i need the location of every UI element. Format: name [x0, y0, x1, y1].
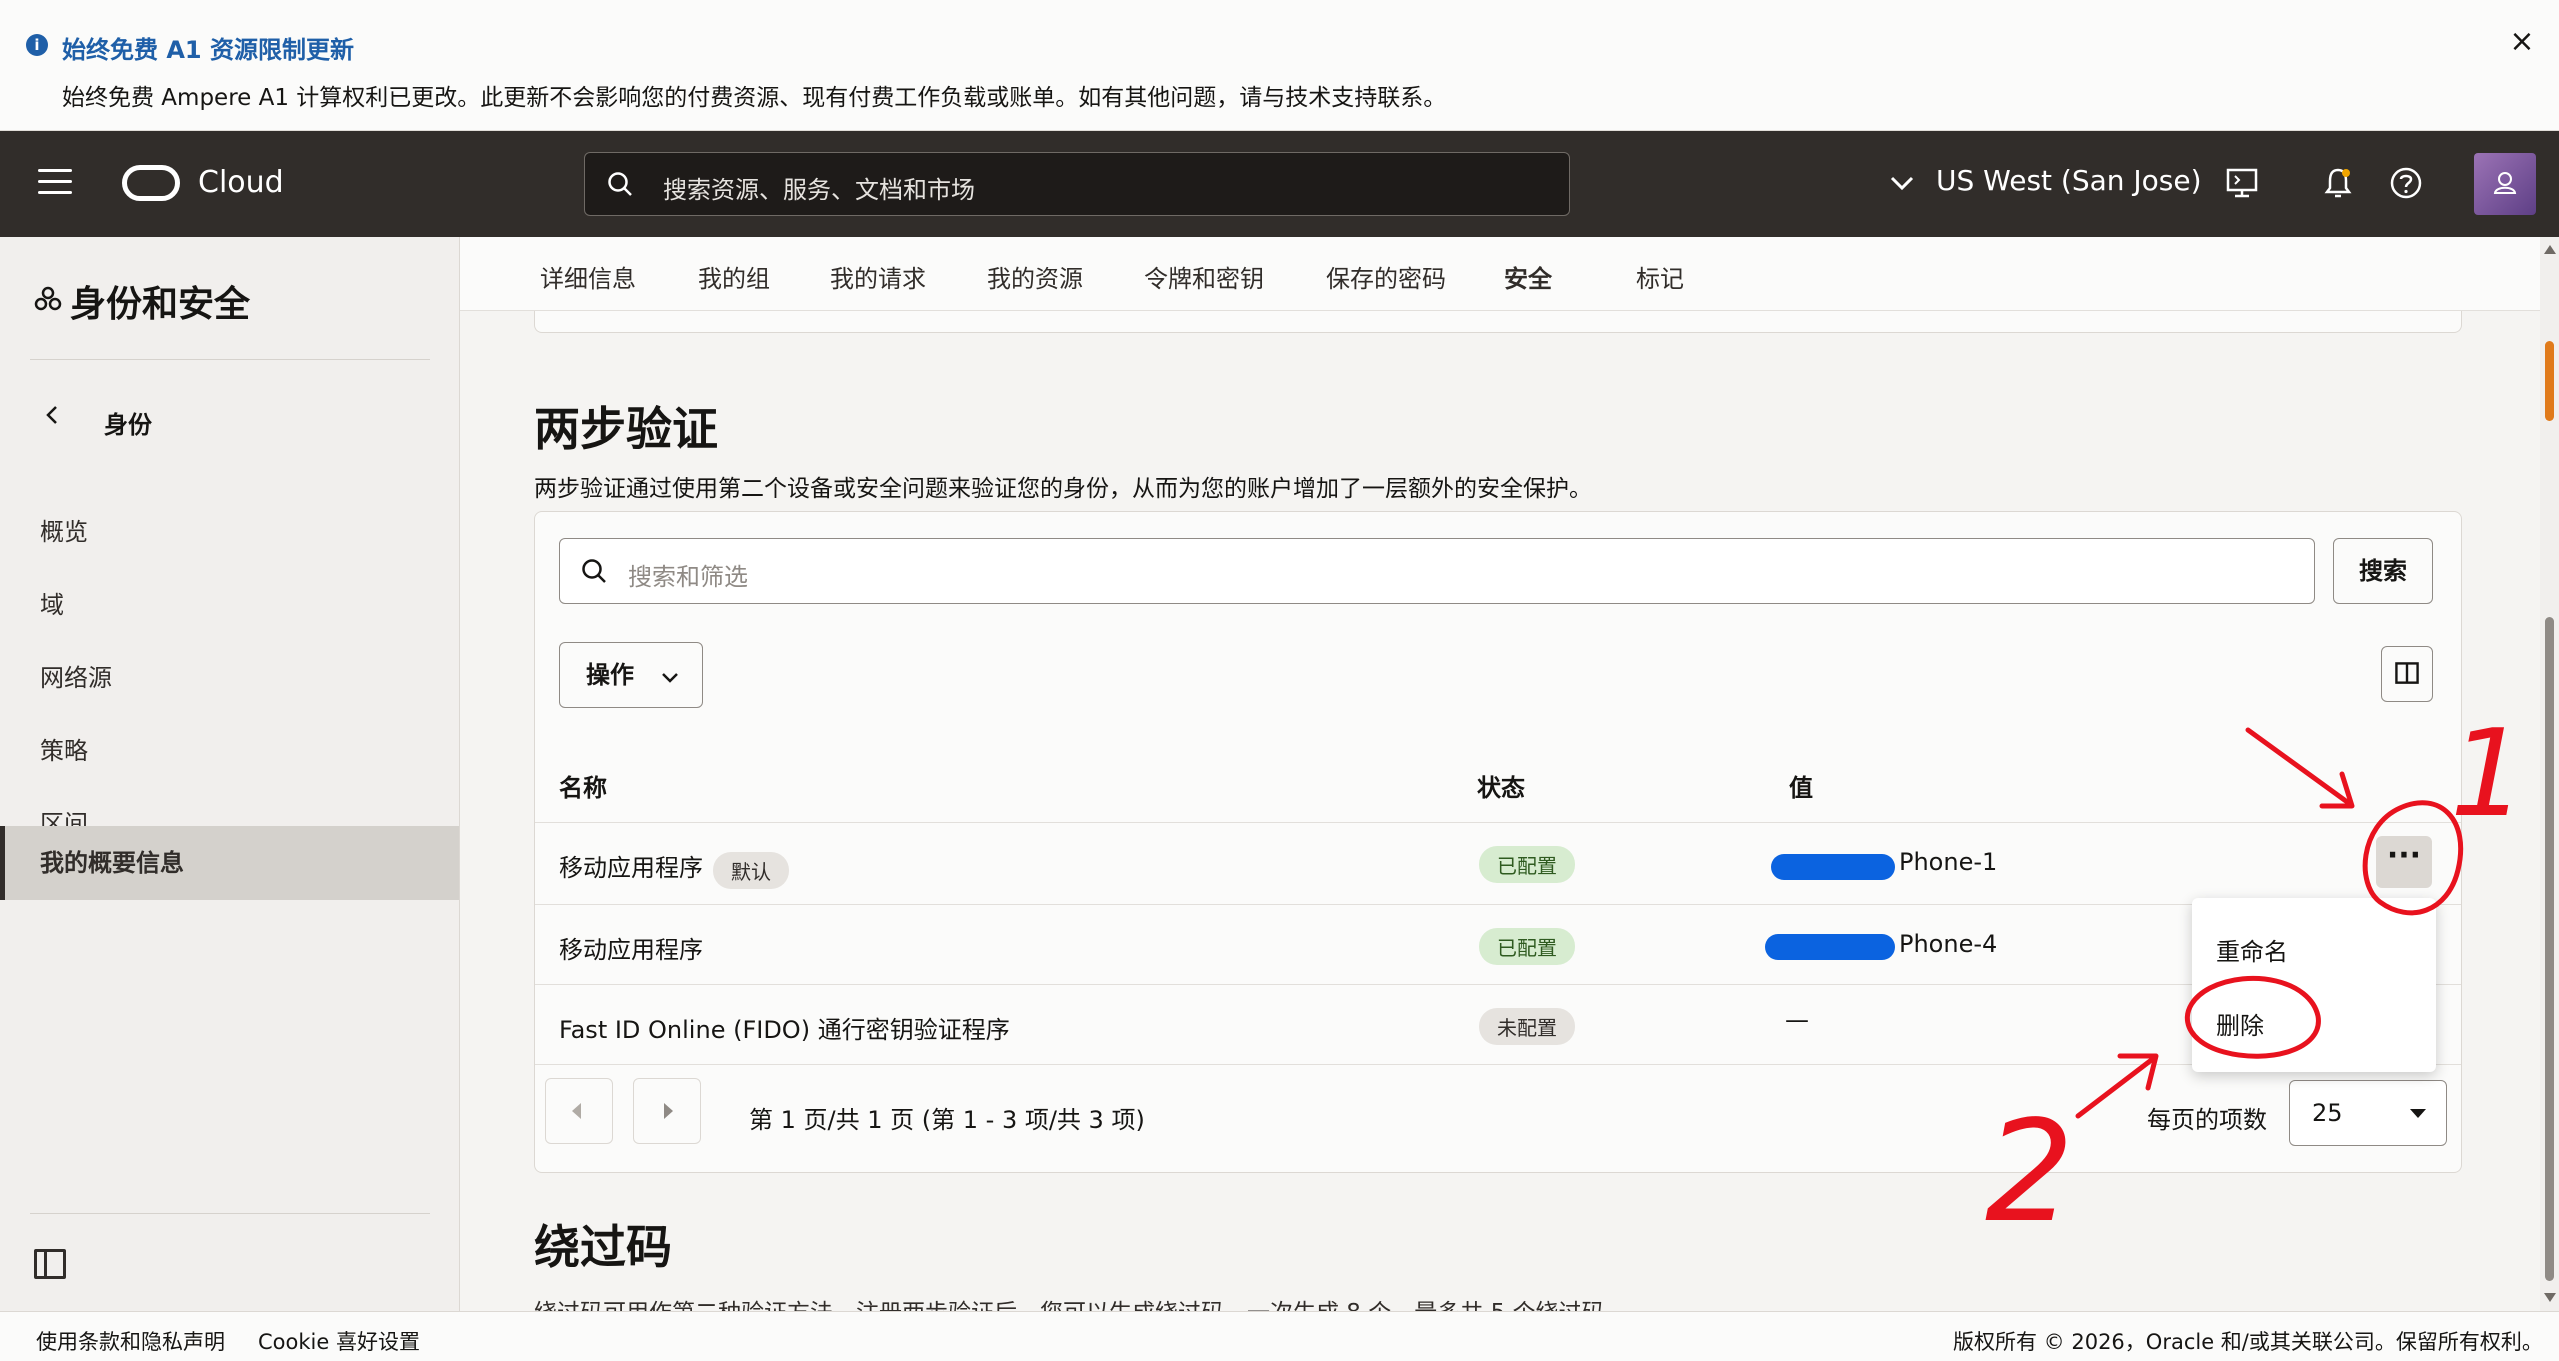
section-description: 两步验证通过使用第二个设备或安全问题来验证您的身份，从而为您的账户增加了一层额外…: [534, 476, 1592, 502]
column-header-name[interactable]: 名称: [559, 768, 607, 803]
filter-placeholder: 搜索和筛选: [628, 563, 748, 591]
page-scrollbar[interactable]: [2540, 237, 2559, 1311]
tab-saved-passwords[interactable]: 保存的密码: [1326, 259, 1446, 312]
bypass-codes-title: 绕过码: [534, 1220, 672, 1274]
cloud-shell-icon[interactable]: [2222, 163, 2262, 203]
previous-page-button[interactable]: [545, 1078, 613, 1144]
sidebar-title: 身份和安全: [70, 284, 251, 325]
menu-icon[interactable]: [38, 169, 72, 197]
per-page-label: 每页的项数: [2147, 1106, 2267, 1134]
page-footer: 使用条款和隐私声明 Cookie 喜好设置 版权所有 © 2026，Oracle…: [0, 1311, 2559, 1361]
status-badge: 已配置: [1479, 928, 1575, 965]
column-header-status[interactable]: 状态: [1477, 768, 1525, 803]
status-badge: 已配置: [1479, 846, 1575, 883]
copyright-text: 版权所有 © 2026，Oracle 和/或其关联公司。保留所有权利。: [1953, 1330, 2543, 1354]
scroll-thumb-upper[interactable]: [2545, 341, 2554, 421]
chevron-left-icon[interactable]: [40, 401, 64, 429]
tab-tokens-keys[interactable]: 令牌和密钥: [1144, 259, 1264, 312]
row-name: 移动应用程序: [559, 936, 703, 964]
column-settings-button[interactable]: [2381, 646, 2433, 702]
redaction-mark: [1771, 854, 1895, 880]
caret-right-icon: [664, 1103, 673, 1119]
search-icon: [608, 172, 632, 196]
tab-my-groups[interactable]: 我的组: [698, 259, 770, 312]
main-content: 两步验证 两步验证通过使用第二个设备或安全问题来验证您的身份，从而为您的账户增加…: [460, 311, 2540, 1311]
row-value: —: [1785, 1006, 1809, 1034]
row-actions-menu-button[interactable]: ···: [2376, 836, 2432, 888]
sidebar: 身份和安全 身份 概览 域 网络源 策略 区间 我的概要信息: [0, 237, 460, 1311]
menu-item-rename[interactable]: 重命名: [2216, 932, 2288, 967]
chevron-down-icon: [662, 673, 678, 683]
search-placeholder: 搜索资源、服务、文档和市场: [663, 176, 975, 204]
default-badge: 默认: [713, 852, 789, 889]
sidebar-back-identity[interactable]: 身份: [104, 405, 152, 440]
tab-tags[interactable]: 标记: [1636, 259, 1684, 312]
announcement-banner: i 始终免费 A1 资源限制更新 始终免费 Ampere A1 计算权利已更改。…: [0, 0, 2559, 131]
tab-details[interactable]: 详细信息: [540, 259, 636, 312]
section-title: 两步验证: [534, 402, 718, 456]
per-page-select[interactable]: 25: [2289, 1080, 2447, 1146]
search-filter-input[interactable]: 搜索和筛选: [559, 538, 2315, 604]
oracle-logo[interactable]: [122, 165, 180, 201]
row-value: Phone-4: [1899, 930, 1998, 958]
divider: [535, 904, 2461, 905]
tab-my-resources[interactable]: 我的资源: [987, 259, 1083, 312]
actions-label: 操作: [586, 661, 634, 689]
sidebar-item-policies[interactable]: 策略: [0, 715, 459, 787]
chevron-down-icon[interactable]: [1884, 165, 1920, 201]
divider: [30, 1213, 430, 1214]
top-navigation: Cloud 搜索资源、服务、文档和市场 US West (San Jose): [0, 131, 2559, 237]
menu-item-delete[interactable]: 删除: [2216, 1006, 2264, 1041]
scroll-up-icon[interactable]: [2544, 245, 2556, 254]
row-value: Phone-1: [1899, 848, 1998, 876]
user-icon: [2493, 172, 2517, 194]
divider: [30, 359, 430, 360]
row-actions-menu: 重命名 删除: [2192, 898, 2436, 1072]
caret-left-icon: [572, 1103, 581, 1119]
global-search-input[interactable]: 搜索资源、服务、文档和市场: [584, 152, 1570, 216]
scroll-down-icon[interactable]: [2544, 1293, 2556, 1302]
scroll-thumb[interactable]: [2545, 617, 2554, 1281]
info-icon: i: [26, 34, 48, 56]
row-name: 移动应用程序: [559, 854, 703, 882]
help-icon[interactable]: [2386, 163, 2426, 203]
identity-security-icon: [34, 286, 62, 311]
search-icon: [582, 559, 606, 583]
divider: [535, 984, 2461, 985]
tab-security[interactable]: 安全: [1504, 259, 1552, 317]
status-badge: 未配置: [1479, 1008, 1575, 1045]
sidebar-item-my-profile[interactable]: 我的概要信息: [0, 826, 459, 900]
columns-icon: [2395, 662, 2419, 684]
redaction-mark: [1765, 934, 1895, 960]
banner-title: 始终免费 A1 资源限制更新: [62, 36, 354, 64]
tab-my-requests[interactable]: 我的请求: [830, 259, 926, 312]
row-name: Fast ID Online (FIDO) 通行密钥验证程序: [559, 1016, 1010, 1044]
pagination-text: 第 1 页/共 1 页 (第 1 - 3 项/共 3 项): [749, 1106, 1145, 1134]
column-header-value[interactable]: 值: [1789, 768, 1813, 803]
actions-button[interactable]: 操作: [559, 642, 703, 708]
profile-tabs: 详细信息 我的组 我的请求 我的资源 令牌和密钥 保存的密码 安全 标记: [460, 237, 2540, 317]
search-button[interactable]: 搜索: [2333, 538, 2433, 604]
caret-down-icon: [2410, 1109, 2426, 1118]
region-selector[interactable]: US West (San Jose): [1936, 164, 2202, 197]
collapse-sidebar-icon[interactable]: [34, 1249, 66, 1279]
per-page-value: 25: [2312, 1099, 2343, 1127]
close-icon[interactable]: ×: [2504, 24, 2540, 60]
mfa-table-card: 搜索和筛选 搜索 操作 名称 状态 值 移动应用程序 默认 已配置 Phone-…: [534, 511, 2462, 1173]
banner-message: 始终免费 Ampere A1 计算权利已更改。此更新不会影响您的付费资源、现有付…: [62, 85, 1447, 111]
divider: [535, 822, 2461, 823]
bypass-codes-description: 绕过码可用作第二种验证方法。注册两步验证后，您可以生成绕过码，一次生成 8 个，…: [534, 1293, 1628, 1311]
cookie-preferences-link[interactable]: Cookie 喜好设置: [258, 1326, 420, 1356]
notification-bell-icon[interactable]: [2318, 163, 2358, 203]
sidebar-item-network-sources[interactable]: 网络源: [0, 642, 459, 714]
brand-text[interactable]: Cloud: [198, 165, 284, 200]
sidebar-item-domains[interactable]: 域: [0, 569, 459, 641]
divider: [535, 1064, 2461, 1065]
previous-section-card: [534, 311, 2462, 333]
terms-privacy-link[interactable]: 使用条款和隐私声明: [36, 1326, 225, 1356]
next-page-button[interactable]: [633, 1078, 701, 1144]
user-avatar[interactable]: [2474, 153, 2536, 215]
sidebar-item-overview[interactable]: 概览: [0, 496, 459, 568]
